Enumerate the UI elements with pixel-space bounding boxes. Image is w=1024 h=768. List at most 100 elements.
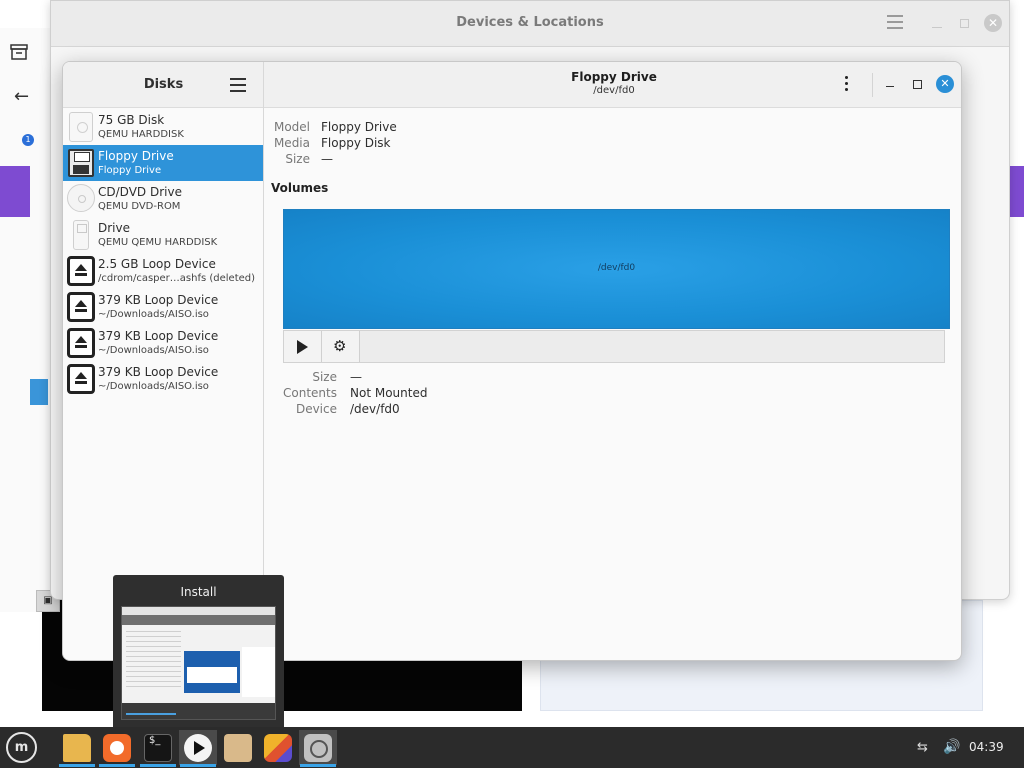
background-window-edge xyxy=(0,28,52,612)
volume-size-value: — xyxy=(350,370,362,384)
disk-item[interactable]: 75 GB Disk QEMU HARDDISK xyxy=(63,109,263,145)
preview-title: Install xyxy=(180,585,217,599)
disk-subtitle: ~/Downloads/AISO.iso xyxy=(98,309,209,320)
volumes-heading: Volumes xyxy=(271,181,329,195)
floppy-icon xyxy=(67,148,95,178)
devices-window-title: Devices & Locations xyxy=(456,15,604,30)
taskbar-install[interactable] xyxy=(179,730,217,767)
disk-name: 75 GB Disk xyxy=(98,113,165,127)
disks-sidebar: Disks 75 GB Disk QEMU HARDDISK Floppy Dr… xyxy=(63,62,264,660)
disk-item-selected[interactable]: Floppy Drive Floppy Drive xyxy=(63,145,263,181)
taskbar-firefox[interactable] xyxy=(98,730,136,767)
model-value: Floppy Drive xyxy=(321,120,397,134)
drive-options-icon[interactable] xyxy=(843,76,849,94)
close-button[interactable]: ✕ xyxy=(984,14,1002,32)
minimize-button[interactable] xyxy=(886,77,894,87)
taskbar-disks[interactable] xyxy=(299,730,337,767)
disk-subtitle: /cdrom/casper…ashfs (deleted) xyxy=(98,273,256,284)
disk-subtitle: ~/Downloads/AISO.iso xyxy=(98,345,209,356)
eject-icon xyxy=(67,292,95,322)
optical-disc-icon xyxy=(67,184,95,214)
volume-contents-label: Contents xyxy=(283,386,337,400)
background-banner-right xyxy=(1010,166,1024,217)
header-separator xyxy=(872,73,873,97)
volume-partition[interactable]: /dev/fd0 xyxy=(283,209,950,329)
mint-menu-button[interactable]: m xyxy=(6,732,37,763)
mount-button[interactable] xyxy=(284,331,322,362)
disk-subtitle: Floppy Drive xyxy=(98,165,162,176)
disk-name: Floppy Drive xyxy=(98,149,174,163)
volume-size-label: Size xyxy=(312,370,337,384)
back-arrow-icon[interactable]: ← xyxy=(14,86,29,107)
sidebar-header: Disks xyxy=(63,62,263,108)
hard-disk-icon xyxy=(67,112,95,142)
disk-list: 75 GB Disk QEMU HARDDISK Floppy Drive Fl… xyxy=(63,109,263,397)
disk-item[interactable]: CD/DVD Drive QEMU DVD-ROM xyxy=(63,181,263,217)
minimize-button[interactable] xyxy=(932,16,942,28)
terminal-icon: $_ xyxy=(144,734,172,762)
window-preview-popup[interactable]: Install xyxy=(113,575,284,727)
eject-icon xyxy=(67,364,95,394)
drive-device-path: /dev/fd0 xyxy=(593,85,635,96)
disk-item[interactable]: 2.5 GB Loop Device /cdrom/casper…ashfs (… xyxy=(63,253,263,289)
volume-icon[interactable]: 🔊 xyxy=(943,739,961,757)
devices-window-header: Devices & Locations ✕ xyxy=(51,1,1009,47)
disk-item[interactable]: 379 KB Loop Device ~/Downloads/AISO.iso xyxy=(63,289,263,325)
disks-window: Disks 75 GB Disk QEMU HARDDISK Floppy Dr… xyxy=(62,61,962,661)
maximize-button[interactable] xyxy=(913,80,922,89)
disks-icon xyxy=(304,734,332,762)
eject-icon xyxy=(67,328,95,358)
main-header: Floppy Drive /dev/fd0 ✕ xyxy=(264,62,961,108)
taskbar-terminal[interactable]: $_ xyxy=(139,730,177,767)
taskbar-shapes[interactable] xyxy=(259,730,297,765)
network-icon[interactable]: ⇆ xyxy=(917,740,935,756)
eject-icon xyxy=(67,256,95,286)
disk-name: 379 KB Loop Device xyxy=(98,365,219,379)
disk-item[interactable]: 379 KB Loop Device ~/Downloads/AISO.iso xyxy=(63,325,263,361)
disk-name: 379 KB Loop Device xyxy=(98,293,219,307)
gears-icon: ⚙ xyxy=(333,337,347,355)
disk-subtitle: ~/Downloads/AISO.iso xyxy=(98,381,209,392)
taskbar-files[interactable] xyxy=(58,730,96,767)
files-icon xyxy=(63,734,91,762)
background-banner-left xyxy=(0,166,30,217)
media-label: Media xyxy=(273,136,310,150)
disk-subtitle: QEMU DVD-ROM xyxy=(98,201,181,212)
shapes-icon xyxy=(264,734,292,762)
disks-menu-icon[interactable] xyxy=(230,78,246,92)
disk-subtitle: QEMU HARDDISK xyxy=(98,129,184,140)
firefox-icon xyxy=(103,734,131,762)
volume-device-label: Device xyxy=(295,402,337,416)
model-label: Model xyxy=(273,120,310,134)
disk-item[interactable]: 379 KB Loop Device ~/Downloads/AISO.iso xyxy=(63,361,263,397)
taskbar: m $_ ⇆ 🔊 04:39 xyxy=(0,727,1024,768)
size-value: — xyxy=(321,152,333,166)
taskbar-archive[interactable] xyxy=(219,730,257,765)
disk-subtitle: QEMU QEMU HARDDISK xyxy=(98,237,218,248)
volume-label: /dev/fd0 xyxy=(597,263,636,273)
disk-item[interactable]: Drive QEMU QEMU HARDDISK xyxy=(63,217,263,253)
volume-device-value: /dev/fd0 xyxy=(350,402,400,416)
install-icon xyxy=(184,734,212,762)
archive-icon[interactable] xyxy=(10,44,28,60)
play-icon xyxy=(297,340,308,354)
close-button[interactable]: ✕ xyxy=(936,75,954,93)
partition-options-button[interactable]: ⚙ xyxy=(322,331,360,362)
size-label: Size xyxy=(285,152,310,166)
background-selection xyxy=(30,379,48,405)
volume-toolbar: ⚙ xyxy=(283,330,945,363)
preview-thumbnail[interactable] xyxy=(121,606,276,720)
disk-name: 379 KB Loop Device xyxy=(98,329,219,343)
media-value: Floppy Disk xyxy=(321,136,391,150)
archive-icon xyxy=(224,734,252,762)
notification-badge-icon: 1 xyxy=(22,134,34,146)
disk-name: 2.5 GB Loop Device xyxy=(98,257,216,271)
hamburger-menu-icon[interactable] xyxy=(887,15,903,29)
clock[interactable]: 04:39 xyxy=(969,740,1004,754)
disk-name: Drive xyxy=(98,221,130,235)
usb-drive-icon xyxy=(67,220,95,250)
disk-name: CD/DVD Drive xyxy=(98,185,182,199)
drive-title: Floppy Drive xyxy=(571,70,657,84)
maximize-button[interactable] xyxy=(960,19,969,28)
volume-contents-value: Not Mounted xyxy=(350,386,428,400)
